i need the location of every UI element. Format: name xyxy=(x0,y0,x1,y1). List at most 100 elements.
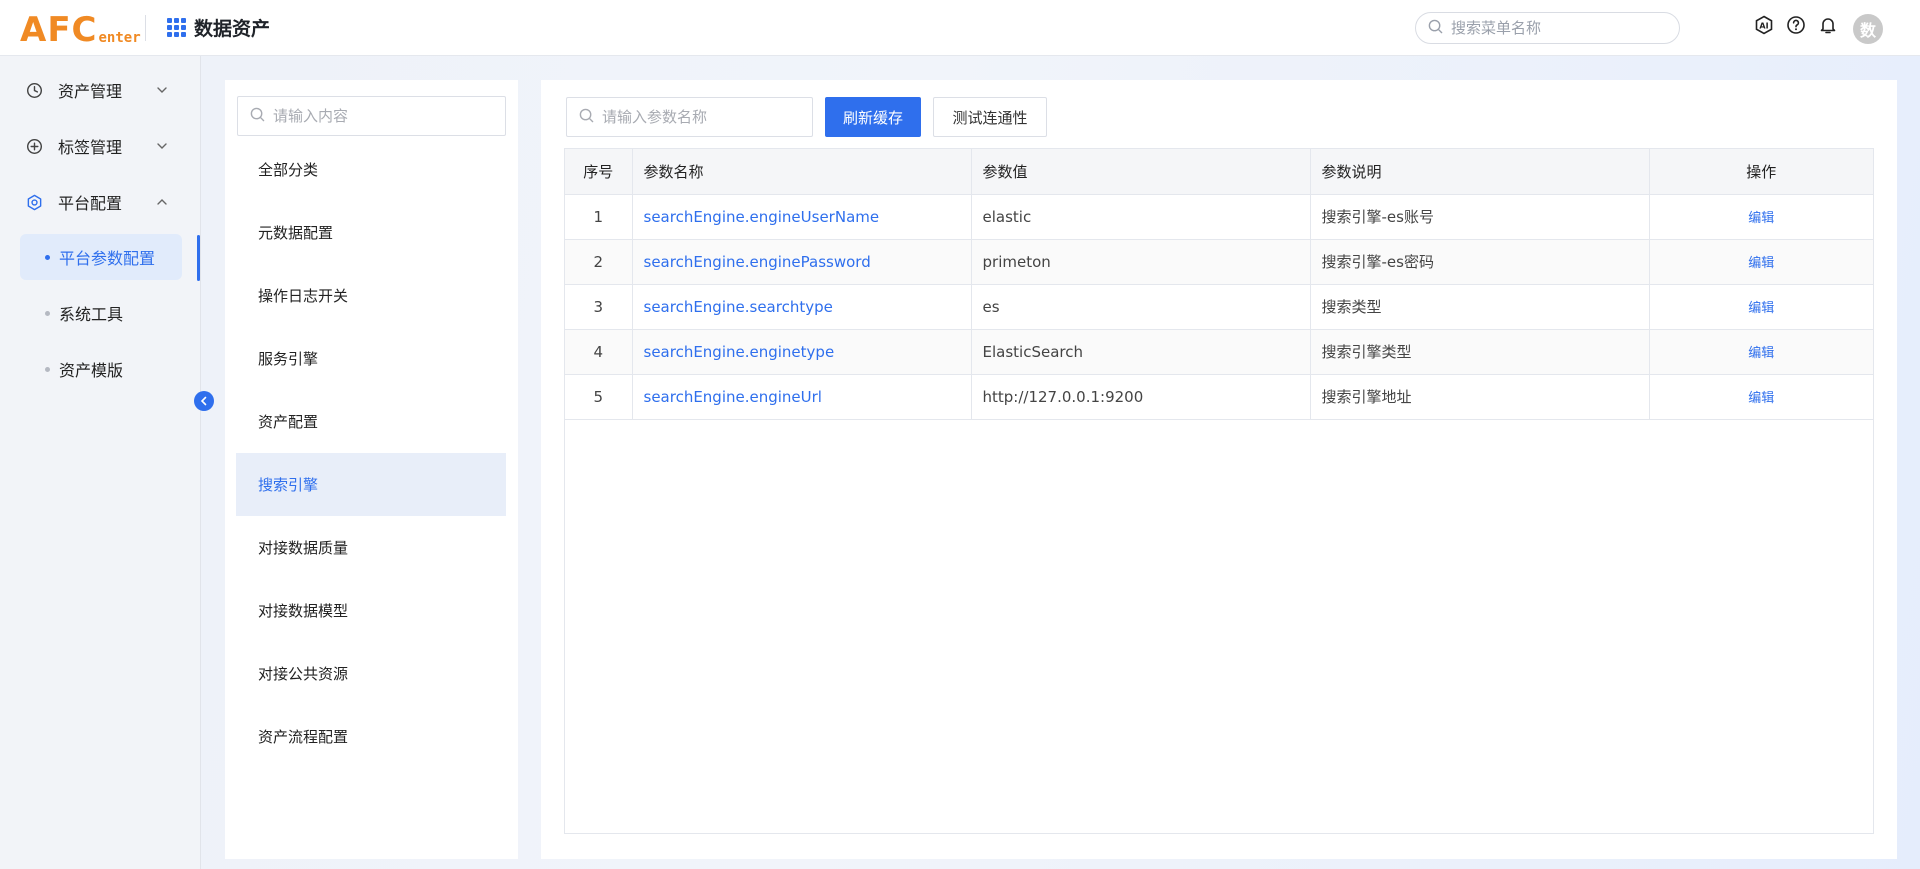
app-title-text: 数据资产 xyxy=(194,18,271,40)
param-value: http://127.0.0.1:9200 xyxy=(971,374,1311,420)
ai-icon[interactable]: AI xyxy=(1753,14,1775,36)
chevron-up-icon xyxy=(156,194,168,212)
category-item-public-resources[interactable]: 对接公共资源 xyxy=(236,642,506,705)
param-search-input[interactable] xyxy=(602,108,802,126)
params-table: 序号 参数名称 参数值 参数说明 操作 1 searchEngine.engin… xyxy=(564,148,1874,834)
sidebar-subitem-label: 系统工具 xyxy=(59,305,124,324)
help-icon[interactable] xyxy=(1785,14,1807,36)
bullet-dot xyxy=(45,366,50,372)
refresh-cache-button[interactable]: 刷新缓存 xyxy=(825,97,921,137)
table-row: 4 searchEngine.enginetype ElasticSearch … xyxy=(565,329,1873,375)
actions-cell: 编辑 xyxy=(1649,329,1873,375)
sidebar-collapse-button[interactable] xyxy=(194,391,214,411)
app-title[interactable]: 数据资产 xyxy=(167,14,270,41)
category-item-asset-workflow[interactable]: 资产流程配置 xyxy=(236,705,506,768)
search-icon xyxy=(579,108,594,127)
search-icon xyxy=(250,107,265,126)
category-item-asset-config[interactable]: 资产配置 xyxy=(236,390,506,453)
sidebar-item-platform-config[interactable]: 平台配置 xyxy=(20,184,180,220)
edit-link[interactable]: 编辑 xyxy=(1748,391,1774,406)
table-row: 2 searchEngine.enginePassword primeton 搜… xyxy=(565,239,1873,285)
category-item-data-model[interactable]: 对接数据模型 xyxy=(236,579,506,642)
category-item-service-engine[interactable]: 服务引擎 xyxy=(236,327,506,390)
active-indicator xyxy=(197,235,200,281)
edit-link[interactable]: 编辑 xyxy=(1748,301,1774,316)
row-index: 2 xyxy=(565,239,633,285)
apps-grid-icon[interactable] xyxy=(167,18,186,37)
sidebar-subitem-system-tools[interactable]: 系统工具 xyxy=(20,290,182,336)
category-search-box[interactable] xyxy=(237,96,506,136)
param-description: 搜索类型 xyxy=(1310,284,1650,330)
row-index: 5 xyxy=(565,374,633,420)
sidebar-item-tag-management[interactable]: 标签管理 xyxy=(20,128,180,164)
param-value: es xyxy=(971,284,1311,330)
settings-icon xyxy=(25,193,43,211)
table-row: 1 searchEngine.engineUserName elastic 搜索… xyxy=(565,194,1873,240)
sidebar: 资产管理 标签管理 平台配置 平台参数配置 系统工具 资产模版 xyxy=(0,56,201,869)
category-item-search-engine[interactable]: 搜索引擎 xyxy=(236,453,506,516)
sidebar-item-asset-management[interactable]: 资产管理 xyxy=(20,72,180,108)
row-index: 1 xyxy=(565,194,633,240)
param-description: 搜索引擎-es密码 xyxy=(1310,239,1650,285)
category-item-all[interactable]: 全部分类 xyxy=(236,138,506,201)
svg-text:AI: AI xyxy=(1759,22,1768,31)
param-name-link[interactable]: searchEngine.searchtype xyxy=(632,284,972,330)
top-header: AFC enter 数据资产 AI 数 xyxy=(0,0,1920,56)
bell-icon[interactable] xyxy=(1817,14,1839,36)
table-header-row: 序号 参数名称 参数值 参数说明 操作 xyxy=(565,149,1873,195)
row-index: 3 xyxy=(565,284,633,330)
row-index: 4 xyxy=(565,329,633,375)
clock-icon xyxy=(25,81,43,99)
param-description: 搜索引擎-es账号 xyxy=(1310,194,1650,240)
plus-circle-icon xyxy=(25,137,43,155)
logo: AFC enter xyxy=(20,8,141,48)
param-search-box[interactable] xyxy=(566,97,813,137)
actions-cell: 编辑 xyxy=(1649,284,1873,330)
bullet-dot xyxy=(45,254,50,260)
chevron-down-icon xyxy=(156,138,168,156)
header-icons: AI xyxy=(1753,14,1839,36)
menu-search-input[interactable] xyxy=(1451,19,1651,37)
logo-text: AFC xyxy=(20,10,98,50)
column-header-param-value: 参数值 xyxy=(971,149,1311,195)
sidebar-item-label: 资产管理 xyxy=(58,82,123,101)
category-item-data-quality[interactable]: 对接数据质量 xyxy=(236,516,506,579)
avatar[interactable]: 数 xyxy=(1853,14,1883,44)
chevron-left-icon xyxy=(200,396,207,406)
sidebar-subitem-label: 平台参数配置 xyxy=(59,249,156,268)
actions-cell: 编辑 xyxy=(1649,239,1873,285)
sidebar-item-label: 标签管理 xyxy=(58,138,123,157)
table-row: 5 searchEngine.engineUrl http://127.0.0.… xyxy=(565,374,1873,420)
main-panel: 刷新缓存 测试连通性 序号 参数名称 参数值 参数说明 操作 xyxy=(541,80,1897,859)
table-row: 3 searchEngine.searchtype es 搜索类型 编辑 xyxy=(565,284,1873,330)
category-panel: 全部分类 元数据配置 操作日志开关 服务引擎 资产配置 搜索引擎 对接数据质量 … xyxy=(225,80,518,859)
search-icon xyxy=(1428,19,1443,38)
param-name-link[interactable]: searchEngine.engineUrl xyxy=(632,374,972,420)
category-search-input[interactable] xyxy=(273,107,493,125)
test-connectivity-button[interactable]: 测试连通性 xyxy=(933,97,1047,137)
edit-link[interactable]: 编辑 xyxy=(1748,346,1774,361)
menu-search-box[interactable] xyxy=(1415,12,1680,44)
chevron-down-icon xyxy=(156,82,168,100)
sidebar-subitem-asset-templates[interactable]: 资产模版 xyxy=(20,346,182,392)
param-name-link[interactable]: searchEngine.enginetype xyxy=(632,329,972,375)
edit-link[interactable]: 编辑 xyxy=(1748,211,1774,226)
sidebar-item-label: 平台配置 xyxy=(58,194,123,213)
column-header-actions: 操作 xyxy=(1649,149,1873,195)
column-header-param-desc: 参数说明 xyxy=(1310,149,1650,195)
actions-cell: 编辑 xyxy=(1649,374,1873,420)
bullet-dot xyxy=(45,310,50,316)
param-value: elastic xyxy=(971,194,1311,240)
param-description: 搜索引擎地址 xyxy=(1310,374,1650,420)
logo-subtext: enter xyxy=(98,30,141,46)
column-header-param-name: 参数名称 xyxy=(632,149,972,195)
param-value: ElasticSearch xyxy=(971,329,1311,375)
category-item-metadata[interactable]: 元数据配置 xyxy=(236,201,506,264)
category-item-operation-log[interactable]: 操作日志开关 xyxy=(236,264,506,327)
sidebar-subitem-platform-params[interactable]: 平台参数配置 xyxy=(20,234,182,280)
sidebar-subitem-label: 资产模版 xyxy=(59,361,124,380)
param-description: 搜索引擎类型 xyxy=(1310,329,1650,375)
edit-link[interactable]: 编辑 xyxy=(1748,256,1774,271)
param-name-link[interactable]: searchEngine.engineUserName xyxy=(632,194,972,240)
param-name-link[interactable]: searchEngine.enginePassword xyxy=(632,239,972,285)
